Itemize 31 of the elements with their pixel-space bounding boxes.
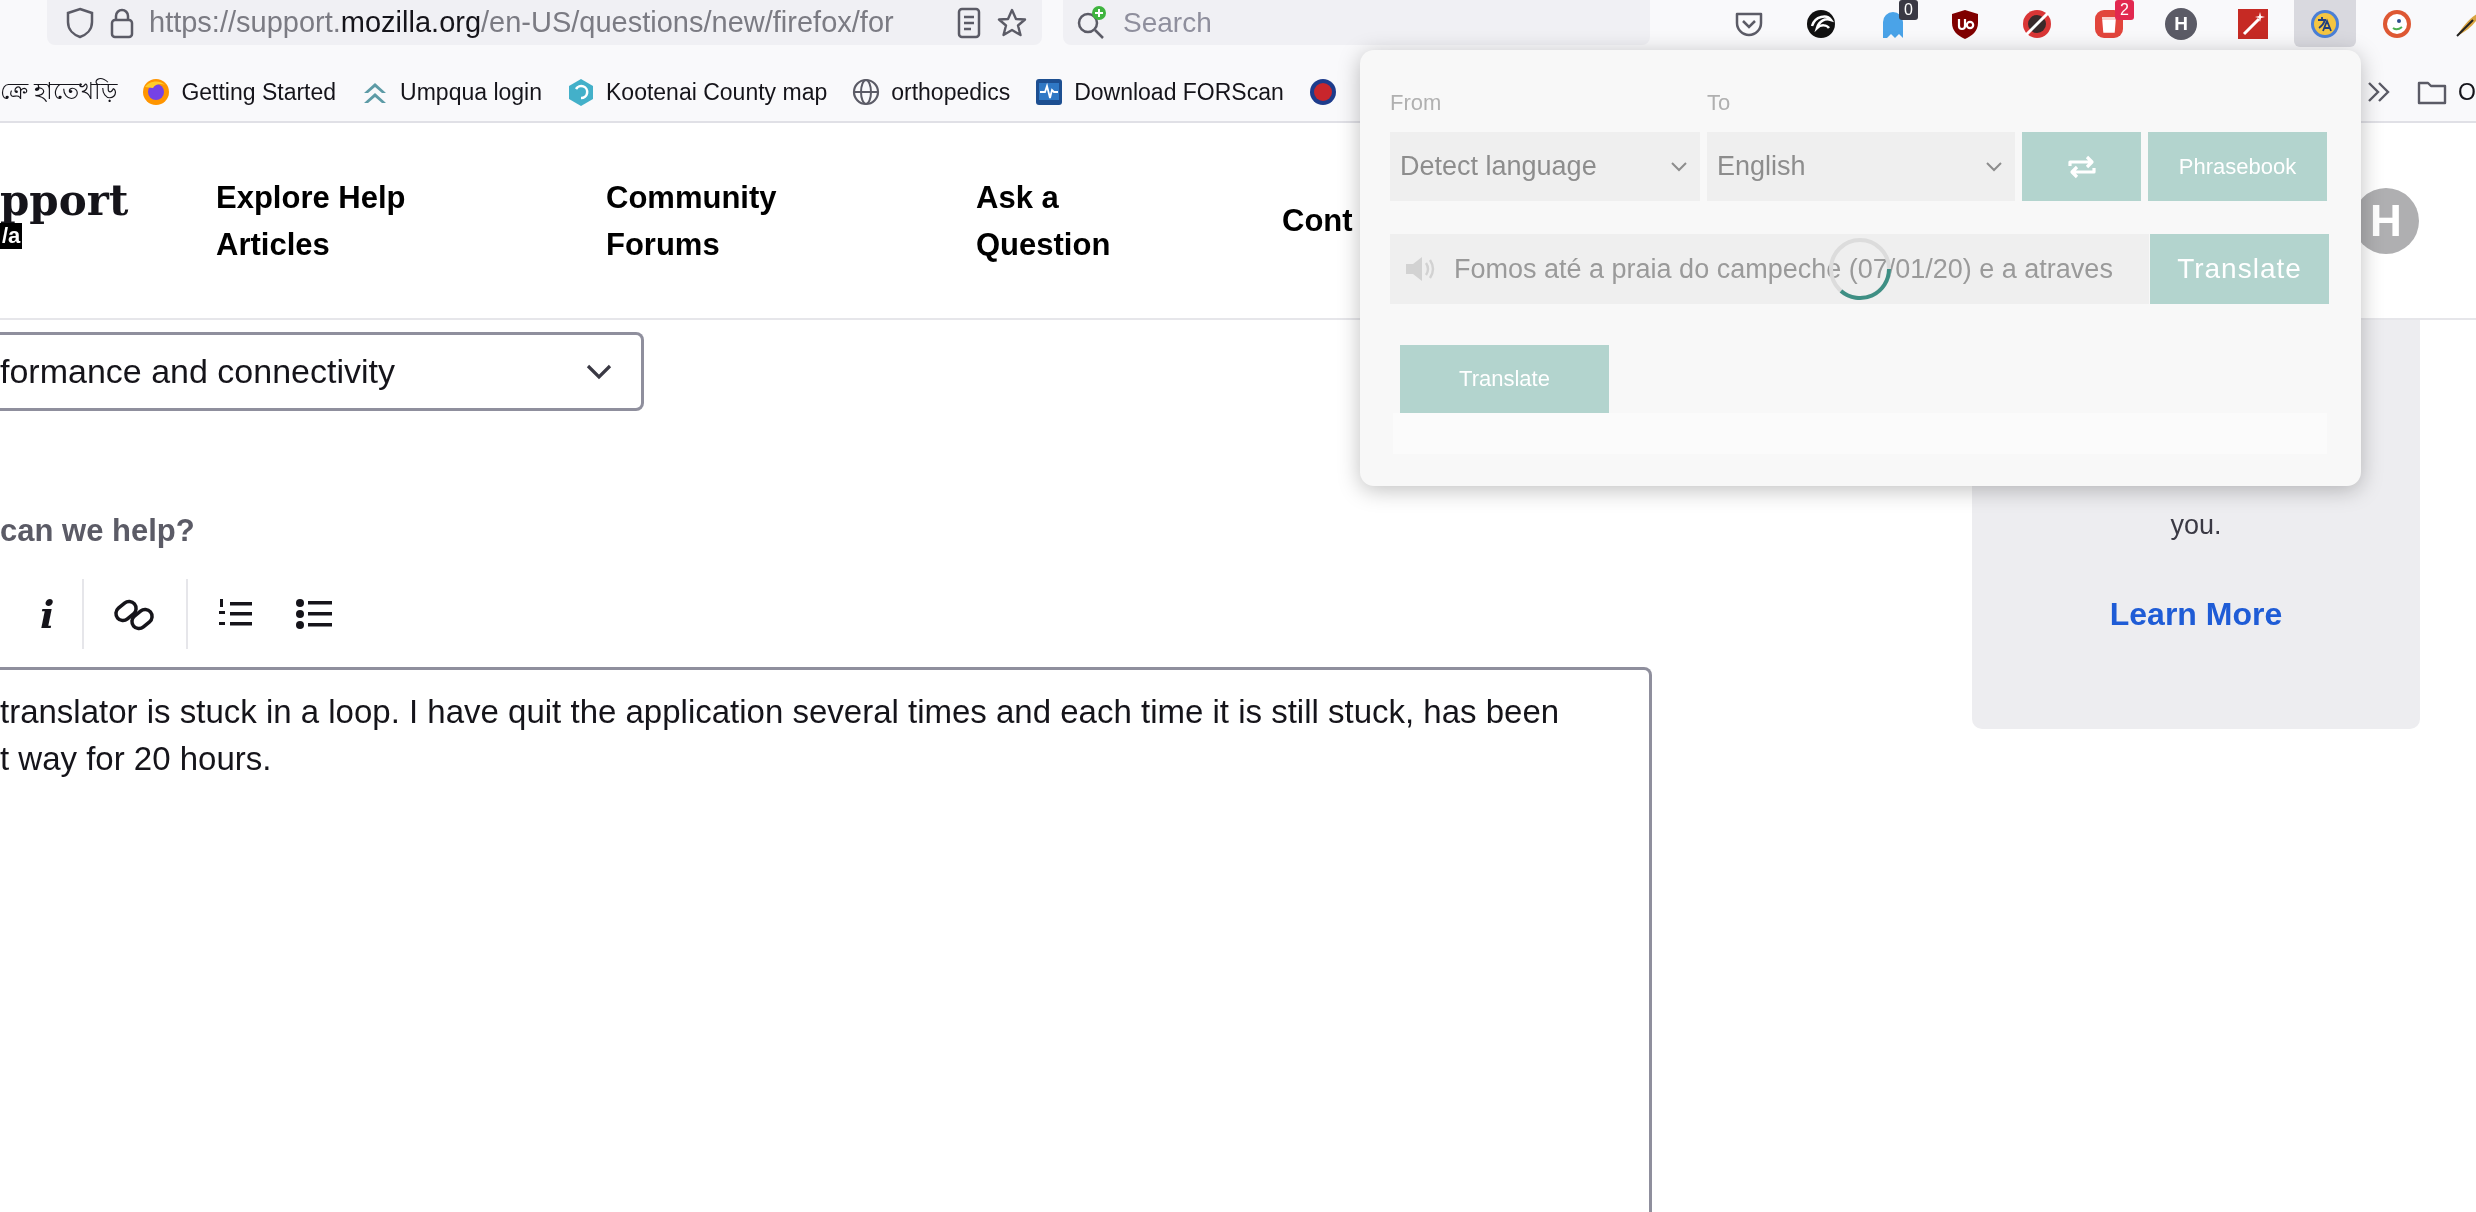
nav-link[interactable]: Community Forums [606, 173, 976, 268]
bookmark-item[interactable]: Download FORScan [1074, 78, 1284, 106]
extension-button[interactable]: 0 [1862, 0, 1924, 47]
url-text: https://support.mozilla.org/en-US/questions/new/firefox/for [149, 6, 895, 39]
extension-button[interactable]: 2 [2078, 0, 2140, 47]
url-bar[interactable]: https://support.mozilla.org/en-US/questions/new/firefox/for [47, 0, 1042, 45]
description-field[interactable]: translator is stuck in a loop. I have quit the application several times and each time it is still stuck, has been t way for 20 hours. [0, 667, 1652, 1212]
nav-link[interactable]: Cont [1282, 197, 1353, 244]
italic-button[interactable]: i [40, 591, 55, 637]
sidebar-text: you. [2170, 509, 2222, 542]
from-label: From [1390, 89, 1443, 117]
search-field[interactable]: Search [1063, 0, 1650, 45]
extension-button[interactable]: H [2150, 0, 2212, 47]
learn-more-link[interactable]: Learn More [2109, 596, 2283, 633]
bookmark-item[interactable]: Kootenai County map [606, 78, 828, 106]
to-label: To [1707, 89, 1732, 117]
bookmark-item[interactable]: Getting Started [181, 78, 337, 106]
logo-tag[interactable]: /a [0, 222, 23, 249]
description-text: translator is stuck in a loop. I have quit the application several times and each time it is still stuck, has been t way for 20 hours. [0, 692, 1561, 779]
count-badge: 0 [1899, 0, 1918, 20]
letter-avatar: H [2165, 7, 2197, 40]
section-heading: can we help? [0, 512, 196, 550]
site-logo-text[interactable]: pport [0, 178, 129, 223]
nav-link[interactable]: Explore Help Articles [216, 173, 606, 268]
topic-dropdown[interactable]: formance and connectivity [0, 332, 644, 411]
nav-link[interactable]: Ask a Question [976, 173, 1282, 268]
count-badge: 2 [2115, 0, 2134, 20]
bookmark-item[interactable]: orthopedics [891, 78, 1011, 106]
bookmark-folder[interactable]: O [2458, 78, 2476, 106]
bookmark-item[interactable]: ক্রে হাতেখড়ি [0, 72, 118, 112]
bookmark-item[interactable]: Umpqua login [400, 78, 542, 106]
